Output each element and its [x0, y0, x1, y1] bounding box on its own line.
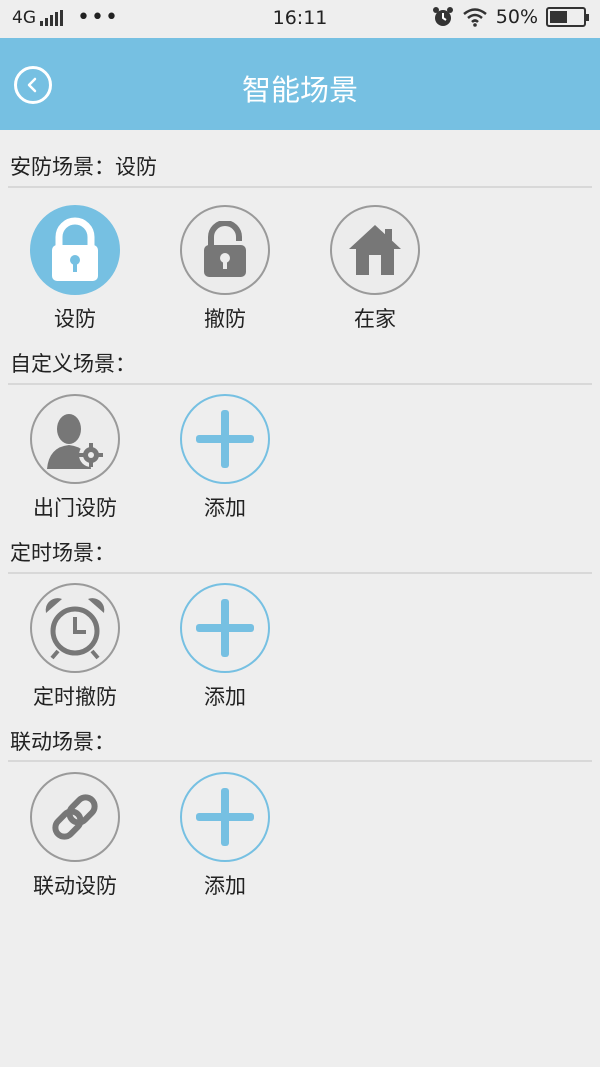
plus-icon: [196, 410, 254, 468]
add-timer-scene-label: 添加: [204, 685, 246, 709]
scene-go-out-arm-label: 出门设防: [33, 496, 117, 520]
add-custom-scene-circle: [180, 394, 270, 484]
add-linkage-scene-circle: [180, 772, 270, 862]
app-header: 智能场景: [0, 38, 600, 130]
battery-percent: 50%: [495, 6, 538, 28]
scene-home-circle: [330, 205, 420, 295]
page-title: 智能场景: [241, 73, 358, 107]
user-settings-icon: [47, 414, 103, 469]
lock-closed-icon: [52, 217, 98, 281]
plus-icon: [196, 599, 254, 657]
battery-icon: [546, 7, 589, 27]
divider: [8, 383, 592, 385]
divider: [8, 186, 592, 188]
divider: [8, 760, 592, 762]
scene-arm-circle: [30, 205, 120, 295]
status-bar: 4G ••• 16:11 50%: [0, 0, 600, 38]
scene-home[interactable]: 在家: [310, 205, 440, 333]
linkage-section-title: 联动场景：: [10, 730, 115, 754]
scene-arm-label: 设防: [54, 307, 96, 331]
scene-disarm-circle: [180, 205, 270, 295]
scene-linkage-arm[interactable]: 联动设防: [10, 772, 140, 900]
add-linkage-scene-button[interactable]: 添加: [160, 772, 290, 900]
status-right: 50%: [432, 6, 589, 28]
scene-home-label: 在家: [354, 307, 396, 331]
home-icon: [349, 225, 401, 275]
security-section-title: 安防场景：设防: [10, 155, 157, 179]
timer-section-title: 定时场景：: [10, 541, 115, 565]
scene-timed-disarm-label: 定时撤防: [33, 685, 117, 709]
add-linkage-scene-label: 添加: [204, 874, 246, 898]
add-custom-scene-label: 添加: [204, 496, 246, 520]
lock-open-icon: [204, 221, 246, 277]
scene-timed-disarm[interactable]: 定时撤防: [10, 583, 140, 711]
scene-disarm[interactable]: 撤防: [160, 205, 290, 333]
scene-arm[interactable]: 设防: [10, 205, 140, 333]
add-timer-scene-button[interactable]: 添加: [160, 583, 290, 711]
divider: [8, 572, 592, 574]
wifi-icon: [462, 8, 487, 27]
scene-linkage-arm-circle: [30, 772, 120, 862]
add-timer-scene-circle: [180, 583, 270, 673]
scene-linkage-arm-label: 联动设防: [33, 874, 117, 898]
scene-timed-disarm-circle: [30, 583, 120, 673]
link-icon: [52, 794, 98, 840]
scene-disarm-label: 撤防: [204, 307, 246, 331]
add-custom-scene-button[interactable]: 添加: [160, 394, 290, 522]
alarm-icon: [432, 7, 453, 26]
scene-go-out-arm-circle: [30, 394, 120, 484]
custom-section-title: 自定义场景：: [10, 352, 136, 376]
alarm-clock-icon: [45, 598, 105, 660]
scene-go-out-arm[interactable]: 出门设防: [10, 394, 140, 522]
plus-icon: [196, 788, 254, 846]
